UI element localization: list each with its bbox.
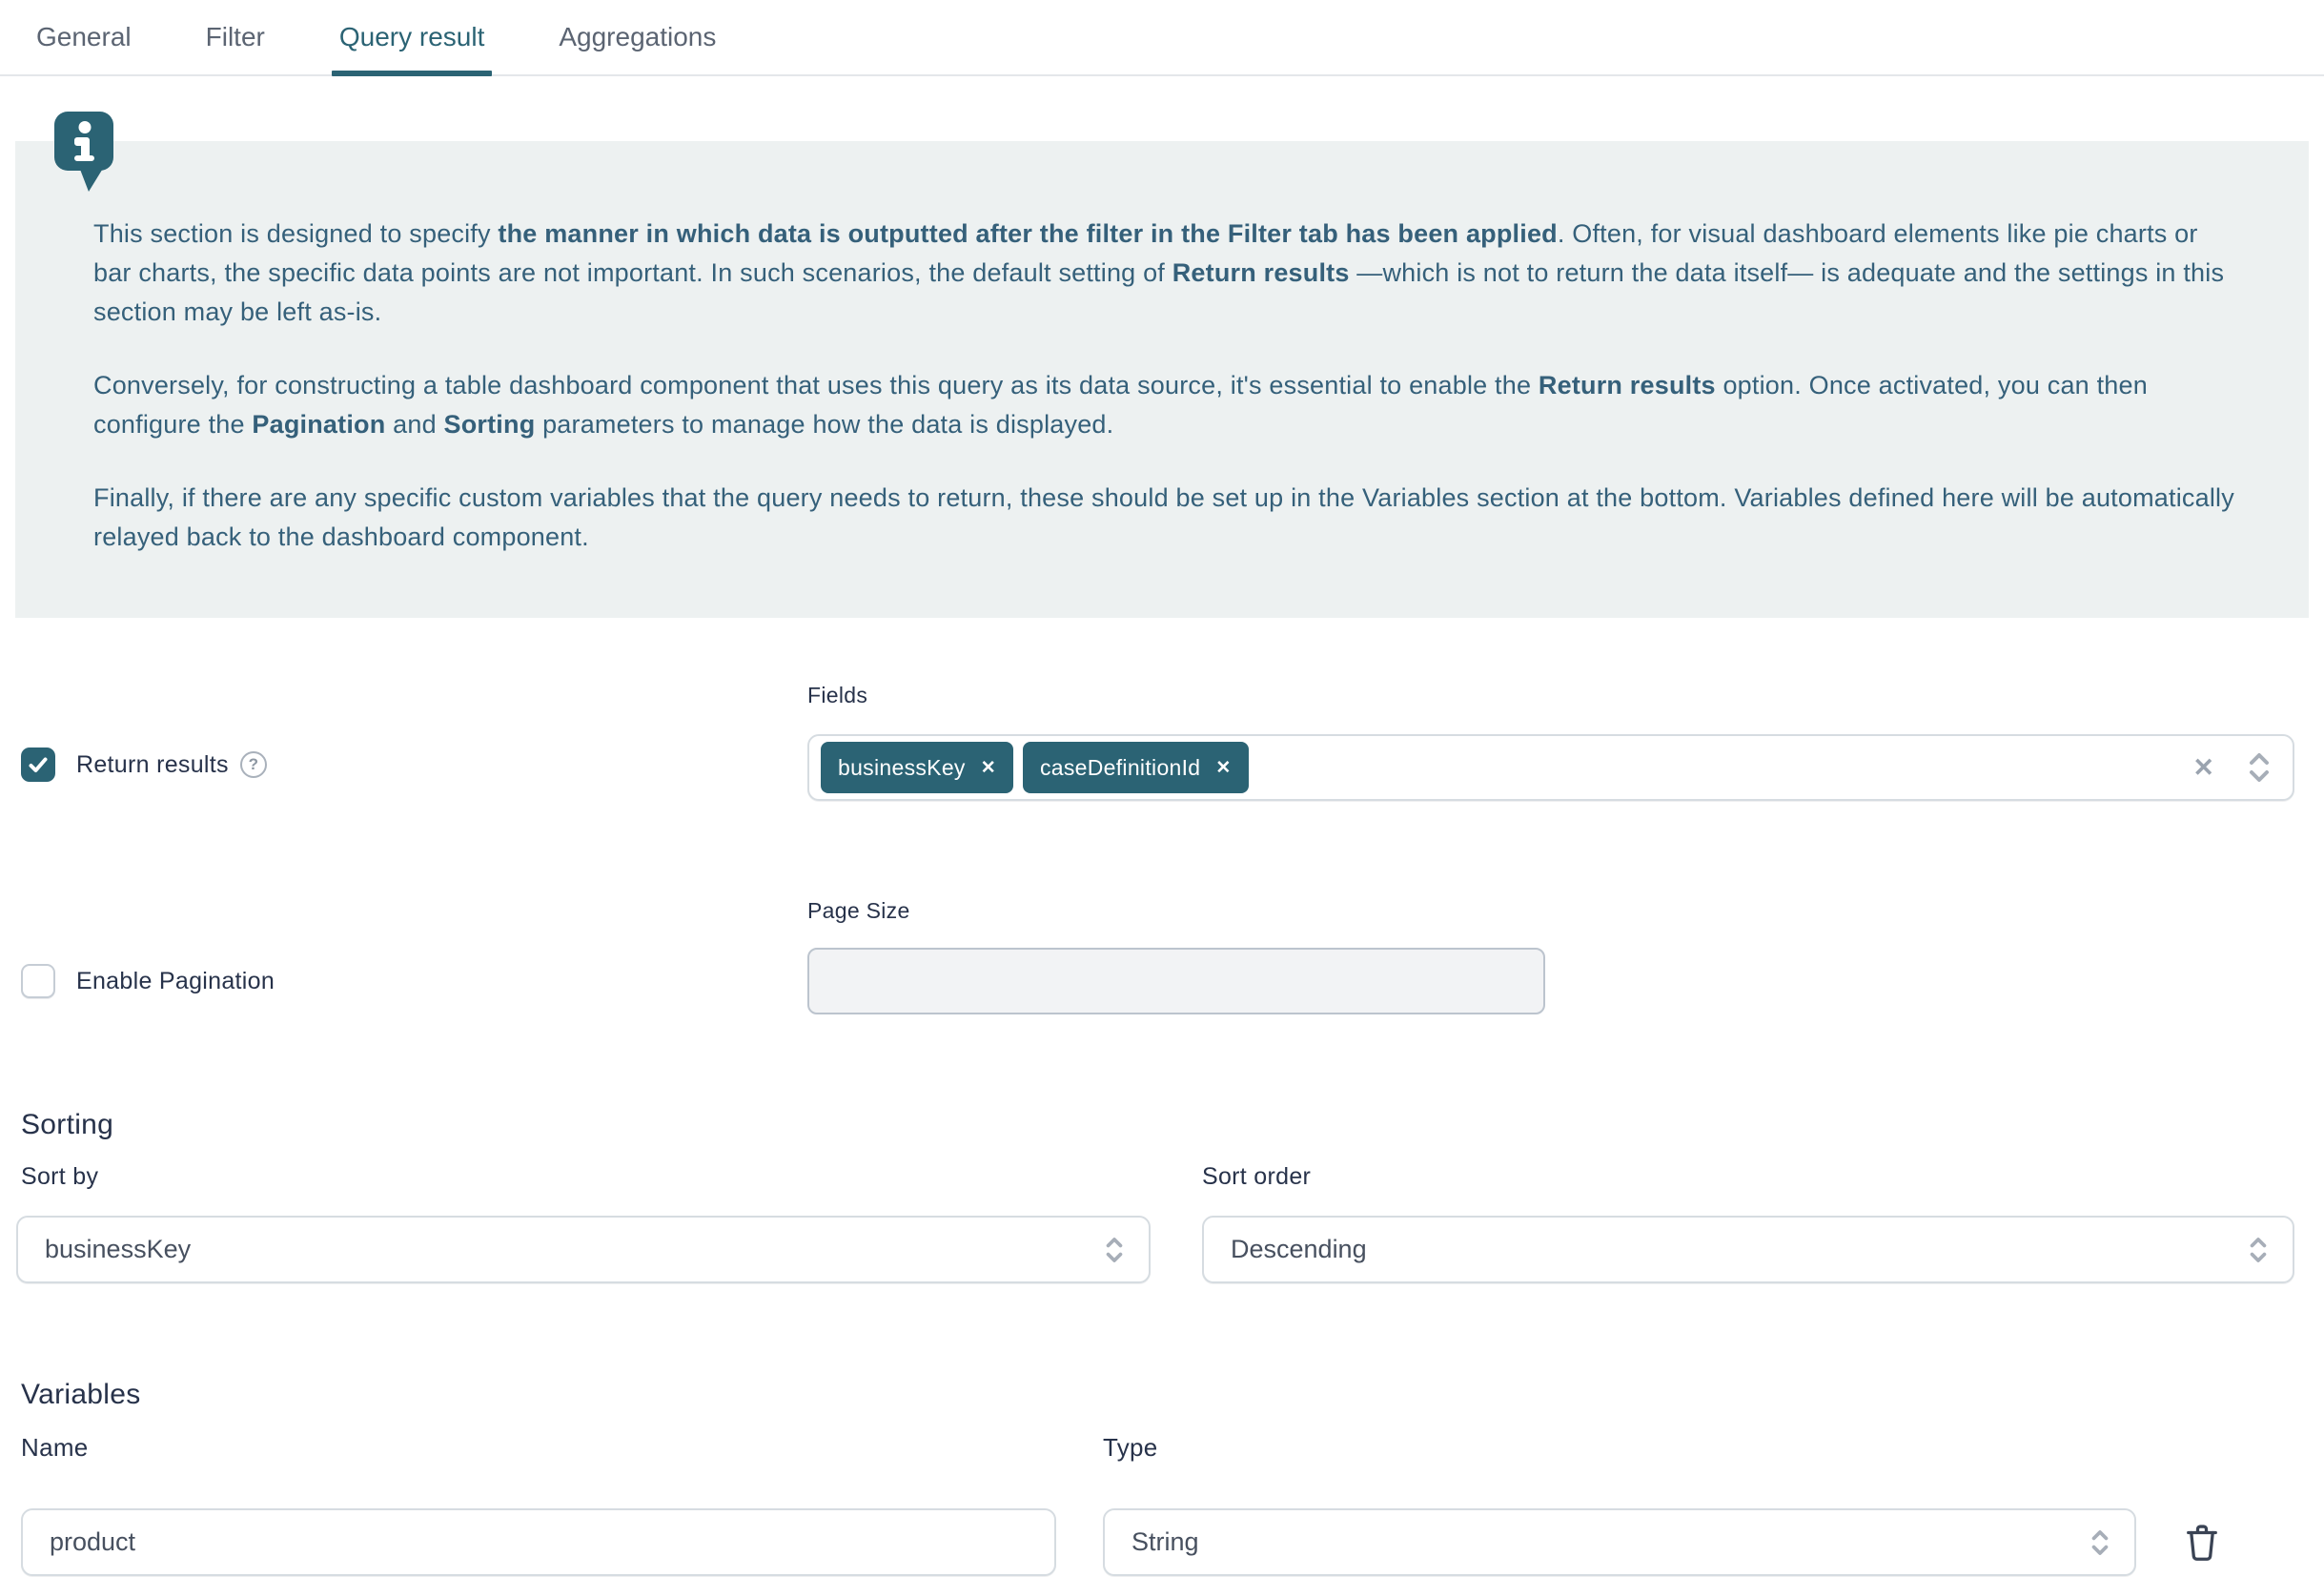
- tab-bar: General Filter Query result Aggregations: [0, 0, 2324, 76]
- check-icon: [27, 753, 50, 776]
- sort-by-label: Sort by: [21, 1163, 98, 1191]
- info-text-bold: Pagination: [252, 410, 385, 439]
- variable-name-input[interactable]: product: [21, 1508, 1056, 1576]
- help-icon[interactable]: ?: [240, 751, 267, 778]
- enable-pagination-label: Enable Pagination: [76, 968, 275, 995]
- field-tag-label: businessKey: [838, 755, 966, 781]
- variable-name-label: Name: [21, 1433, 89, 1463]
- page-size-label: Page Size: [807, 898, 910, 924]
- info-text-bold: Sorting: [444, 410, 536, 439]
- info-text-bold: the manner in which data is outputted af…: [498, 219, 1557, 248]
- info-text: and: [385, 410, 443, 439]
- field-tag: businessKey ✕: [821, 742, 1013, 793]
- variable-type-label: Type: [1103, 1433, 1158, 1463]
- info-text: This section is designed to specify: [93, 219, 498, 248]
- fields-multiselect[interactable]: businessKey ✕ caseDefinitionId ✕ ✕: [807, 734, 2294, 801]
- sort-by-value: businessKey: [45, 1235, 1103, 1264]
- fields-label: Fields: [807, 683, 867, 708]
- stepper-icon[interactable]: [2247, 750, 2272, 785]
- return-results-label: Return results: [76, 751, 229, 779]
- delete-variable-button[interactable]: [2181, 1520, 2223, 1566]
- info-text-bold: Return results: [1539, 371, 1716, 399]
- remove-tag-icon[interactable]: ✕: [1215, 759, 1231, 777]
- info-text: Conversely, for constructing a table das…: [93, 371, 1539, 399]
- info-panel: This section is designed to specify the …: [15, 141, 2309, 618]
- stepper-icon: [1103, 1234, 1126, 1266]
- return-results-row: Return results ?: [21, 748, 267, 782]
- sort-order-value: Descending: [1231, 1235, 2247, 1264]
- fields-tag-list: businessKey ✕ caseDefinitionId ✕: [821, 742, 2192, 793]
- tab-aggregations[interactable]: Aggregations: [559, 0, 716, 74]
- info-text-bold: Return results: [1172, 258, 1350, 287]
- variable-name-value: product: [50, 1527, 135, 1557]
- enable-pagination-row: Enable Pagination: [21, 964, 275, 998]
- tab-filter[interactable]: Filter: [206, 0, 265, 74]
- variable-type-value: String: [1131, 1527, 2089, 1557]
- info-icon: [54, 112, 115, 200]
- return-results-checkbox[interactable]: [21, 748, 55, 782]
- tab-general[interactable]: General: [36, 0, 132, 74]
- info-paragraph: This section is designed to specify the …: [93, 215, 2242, 332]
- sorting-heading: Sorting: [21, 1109, 113, 1141]
- remove-tag-icon[interactable]: ✕: [981, 759, 996, 777]
- field-tag: caseDefinitionId ✕: [1023, 742, 1249, 793]
- clear-icon[interactable]: ✕: [2192, 755, 2214, 781]
- info-paragraph: Finally, if there are any specific custo…: [93, 479, 2242, 557]
- info-text: Finally, if there are any specific custo…: [93, 483, 2234, 551]
- sort-by-select[interactable]: businessKey: [16, 1216, 1151, 1283]
- query-result-settings-page: General Filter Query result Aggregations…: [0, 0, 2324, 1577]
- tab-query-result[interactable]: Query result: [339, 0, 485, 74]
- stepper-icon: [2089, 1526, 2111, 1559]
- info-text: parameters to manage how the data is dis…: [535, 410, 1113, 439]
- variable-type-select[interactable]: String: [1103, 1508, 2136, 1576]
- field-tag-label: caseDefinitionId: [1040, 755, 1200, 781]
- info-paragraph: Conversely, for constructing a table das…: [93, 366, 2242, 444]
- enable-pagination-checkbox[interactable]: [21, 964, 55, 998]
- variables-heading: Variables: [21, 1379, 141, 1411]
- trash-icon: [2185, 1523, 2219, 1563]
- sort-order-label: Sort order: [1202, 1163, 1311, 1191]
- sort-order-select[interactable]: Descending: [1202, 1216, 2294, 1283]
- stepper-icon: [2247, 1234, 2270, 1266]
- page-size-input[interactable]: [807, 948, 1545, 1014]
